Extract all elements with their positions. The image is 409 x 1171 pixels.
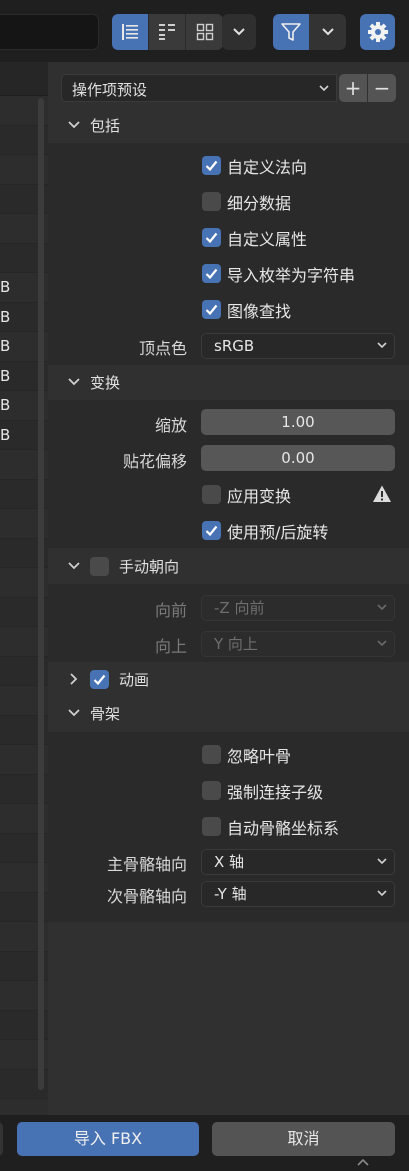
use-prepost-rotation-checkbox[interactable] (202, 521, 221, 540)
import-enums-as-strings-checkbox[interactable] (202, 264, 221, 283)
chevron-down-icon (68, 378, 80, 386)
gear-icon (367, 22, 388, 42)
chevron-down-icon (321, 28, 334, 36)
animation-checkbox[interactable] (90, 669, 109, 689)
custom-normals-label: 自定义法向 (227, 158, 308, 177)
list-view-button[interactable] (112, 14, 149, 50)
operator-preset-label: 操作项预设 (72, 81, 148, 99)
file-list-header (0, 62, 48, 96)
detail-view-button[interactable] (149, 14, 186, 50)
scale-label: 缩放 (154, 416, 187, 435)
filter-toggle-button[interactable] (273, 14, 309, 50)
chevron-down-icon (377, 342, 387, 349)
vertex-color-label: 顶点色 (138, 339, 187, 358)
chevron-down-icon (233, 28, 245, 36)
primary-bone-axis-label: 主骨骼轴向 (106, 855, 187, 874)
import-enums-as-strings-label: 导入枚举为字符串 (227, 266, 356, 285)
import-fbx-button[interactable]: 导入 FBX (17, 1122, 199, 1156)
force-connect-children-label: 强制连接子级 (227, 783, 324, 802)
up-axis-value: Y 向上 (214, 635, 258, 653)
footer-left-button[interactable] (0, 1122, 3, 1156)
vertex-color-value: sRGB (214, 337, 255, 355)
up-axis-label: 向上 (154, 637, 187, 656)
filter-icon (281, 23, 301, 41)
vertex-color-dropdown[interactable]: sRGB (201, 333, 395, 359)
chevron-down-icon (68, 562, 80, 570)
chevron-down-icon (377, 858, 387, 865)
add-preset-button[interactable]: + (339, 74, 367, 102)
apply-transform-checkbox[interactable] (202, 485, 221, 504)
include-section-header[interactable]: 包括 (66, 113, 120, 137)
display-options-dropdown[interactable] (222, 14, 256, 50)
chevron-down-icon (68, 121, 80, 129)
custom-properties-checkbox[interactable] (202, 228, 221, 247)
warning-icon (373, 485, 391, 502)
decal-offset-field[interactable]: 0.00 (201, 445, 395, 471)
forward-axis-label: 向前 (154, 601, 187, 620)
file-browser-header (0, 0, 409, 62)
path-field[interactable] (0, 14, 99, 50)
custom-properties-label: 自定义属性 (227, 230, 308, 249)
grid-view-icon (196, 23, 213, 41)
automatic-bone-orientation-checkbox[interactable] (202, 817, 221, 836)
ignore-leaf-bones-label: 忽略叶骨 (227, 747, 292, 766)
section-title: 骨架 (90, 704, 121, 723)
forward-axis-dropdown[interactable]: -Z 向前 (201, 595, 395, 621)
file-list-scrollbar[interactable] (38, 98, 44, 1090)
custom-normals-checkbox[interactable] (202, 156, 221, 175)
force-connect-children-checkbox[interactable] (202, 781, 221, 800)
filter-options-dropdown[interactable] (309, 14, 346, 50)
secondary-bone-axis-label: 次骨骼轴向 (106, 887, 187, 906)
scale-field[interactable]: 1.00 (201, 409, 395, 435)
animation-section-header[interactable]: 动画 (66, 667, 149, 691)
chevron-down-icon (377, 604, 387, 611)
grid-view-button[interactable] (186, 14, 223, 50)
apply-transform-label: 应用变换 (227, 487, 292, 506)
secondary-bone-axis-value: -Y 轴 (214, 885, 247, 903)
chevron-up-icon[interactable] (356, 1158, 370, 1167)
cancel-button[interactable]: 取消 (212, 1122, 395, 1156)
remove-preset-button[interactable]: − (368, 74, 396, 102)
use-prepost-rotation-label: 使用预/后旋转 (227, 523, 329, 542)
operator-preset-dropdown[interactable]: 操作项预设 (61, 74, 337, 102)
section-title: 变换 (90, 373, 121, 392)
image-search-checkbox[interactable] (202, 300, 221, 319)
display-mode-group (112, 14, 223, 50)
forward-axis-value: -Z 向前 (214, 599, 265, 617)
subdivision-data-label: 细分数据 (227, 194, 292, 213)
image-search-label: 图像查找 (227, 302, 292, 321)
section-title: 包括 (90, 116, 121, 135)
up-axis-dropdown[interactable]: Y 向上 (201, 631, 395, 657)
section-title: 手动朝向 (119, 557, 180, 576)
subdivision-data-checkbox[interactable] (202, 192, 221, 211)
ignore-leaf-bones-checkbox[interactable] (202, 745, 221, 764)
decal-offset-label: 贴花偏移 (122, 452, 187, 471)
settings-button[interactable] (360, 14, 395, 50)
chevron-down-icon (319, 85, 329, 92)
manual-orientation-checkbox[interactable] (90, 556, 109, 576)
chevron-down-icon (377, 890, 387, 897)
transform-section-header[interactable]: 变换 (66, 370, 120, 394)
primary-bone-axis-value: X 轴 (214, 853, 245, 871)
section-title: 动画 (119, 670, 150, 689)
primary-bone-axis-dropdown[interactable]: X 轴 (201, 849, 395, 875)
secondary-bone-axis-dropdown[interactable]: -Y 轴 (201, 881, 395, 907)
chevron-right-icon (70, 673, 78, 685)
chevron-down-icon (68, 709, 80, 717)
list-view-icon (122, 24, 138, 40)
list-item[interactable] (0, 1099, 48, 1115)
chevron-down-icon (377, 640, 387, 647)
manual-orientation-section-header[interactable]: 手动朝向 (66, 554, 179, 578)
automatic-bone-orientation-label: 自动骨骼坐标系 (227, 819, 340, 838)
armature-section-header[interactable]: 骨架 (66, 701, 120, 725)
detail-view-icon (159, 24, 175, 40)
